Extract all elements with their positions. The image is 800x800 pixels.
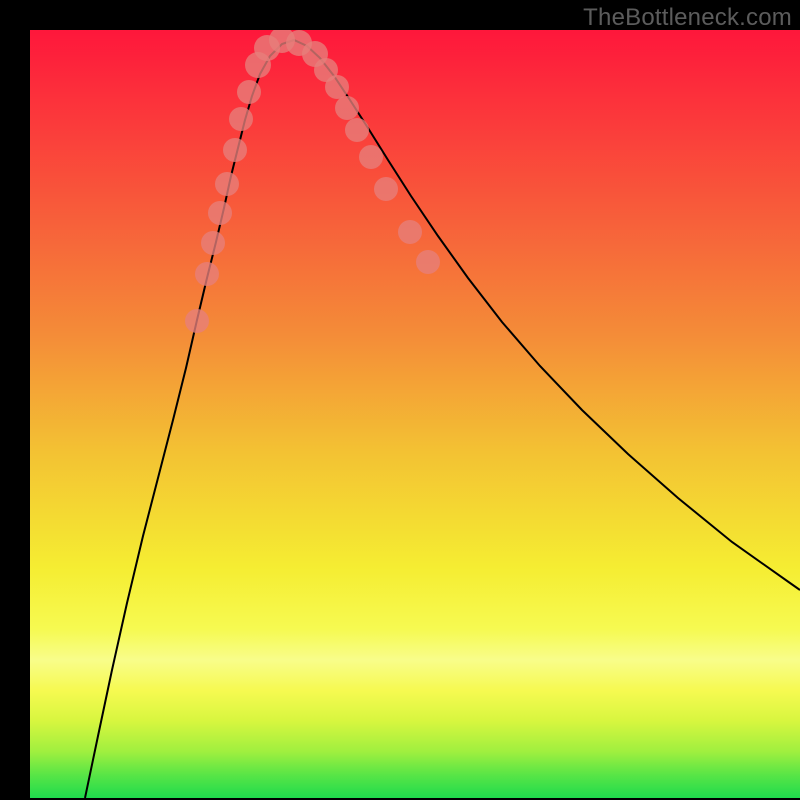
- curve-marker: [195, 262, 219, 286]
- curve-marker: [325, 75, 349, 99]
- curve-marker: [398, 220, 422, 244]
- curve-marker: [359, 145, 383, 169]
- chart-background: [30, 30, 800, 798]
- watermark-label: TheBottleneck.com: [583, 4, 792, 32]
- curve-marker: [201, 231, 225, 255]
- curve-marker: [335, 96, 359, 120]
- bottleneck-chart: [30, 30, 800, 798]
- curve-marker: [416, 250, 440, 274]
- curve-marker: [215, 172, 239, 196]
- curve-marker: [208, 201, 232, 225]
- curve-marker: [374, 177, 398, 201]
- curve-marker: [223, 138, 247, 162]
- plot-area: [30, 30, 800, 798]
- curve-marker: [185, 309, 209, 333]
- curve-marker: [237, 80, 261, 104]
- chart-frame: TheBottleneck.com: [0, 0, 800, 800]
- curve-marker: [345, 118, 369, 142]
- curve-marker: [229, 107, 253, 131]
